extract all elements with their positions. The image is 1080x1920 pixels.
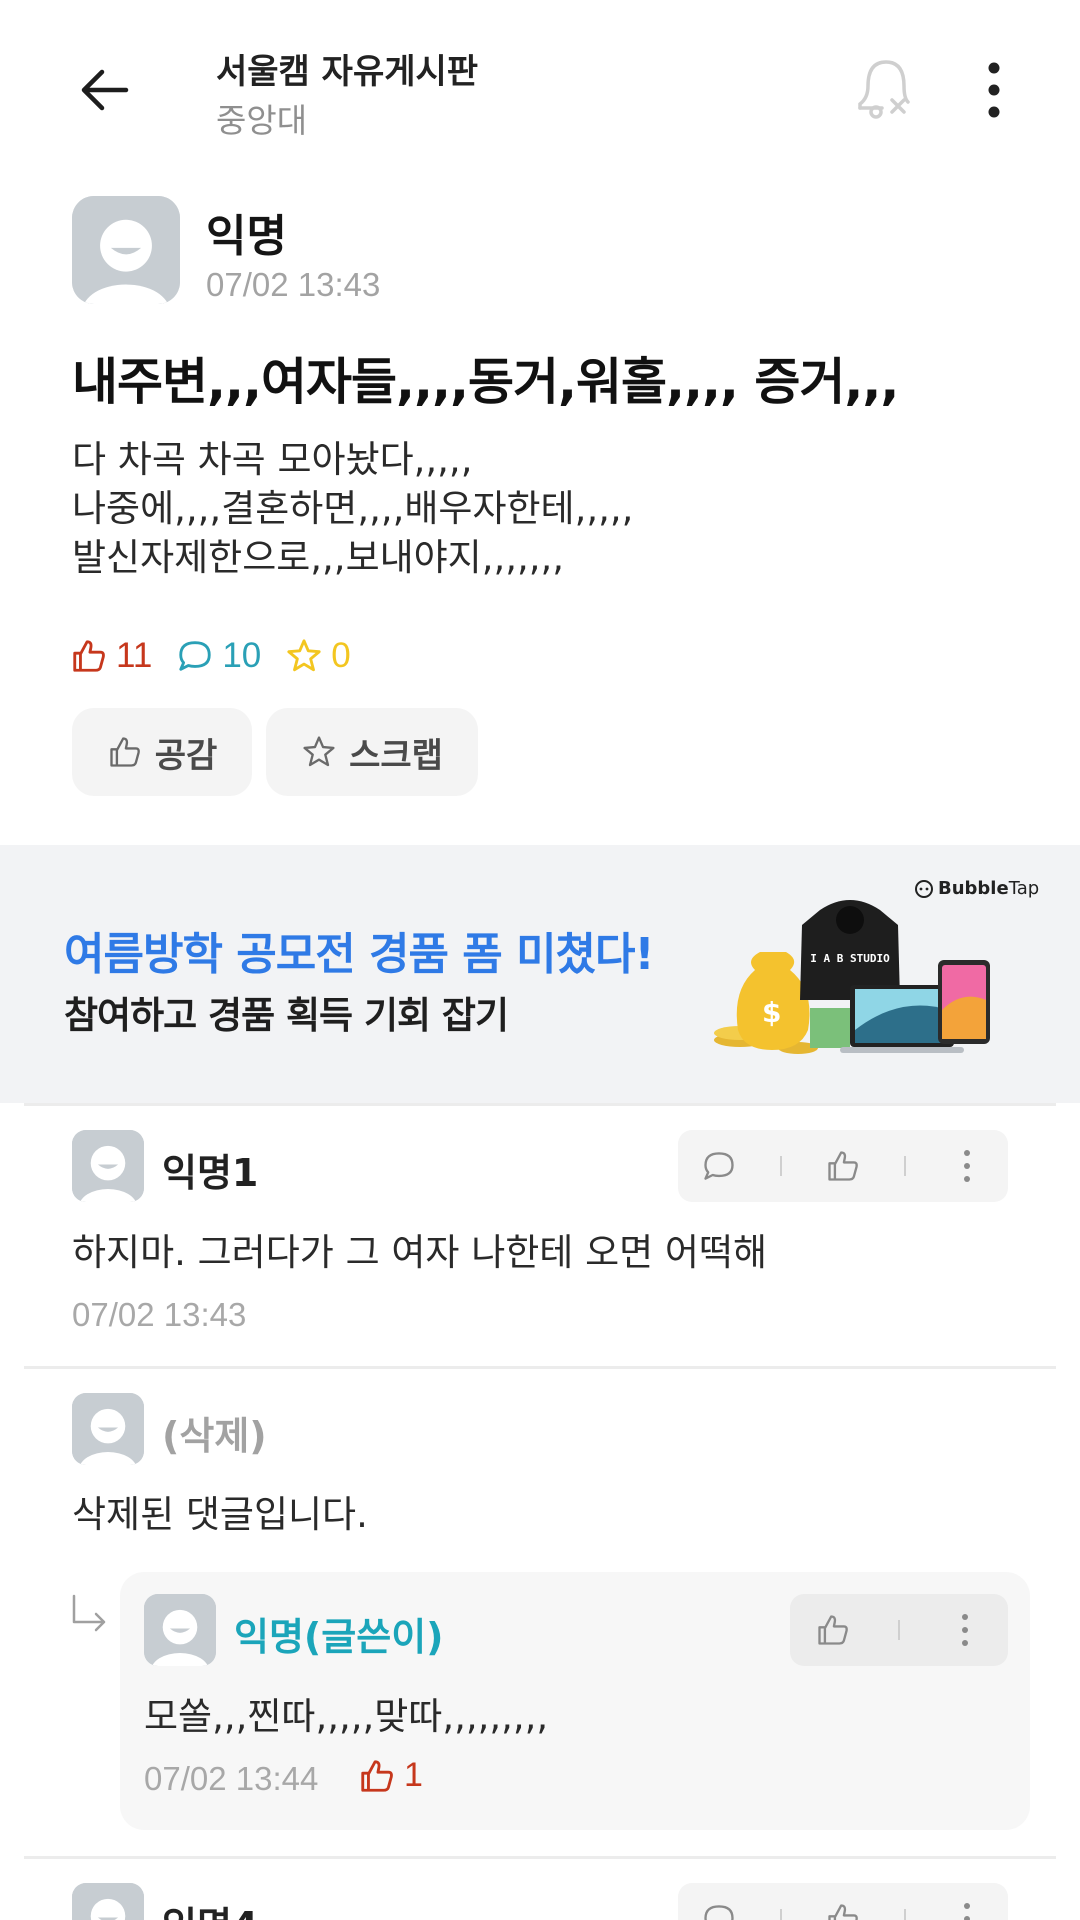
separator [904,1156,907,1176]
reply-like-button[interactable] [813,1610,853,1650]
reply-time: 07/02 13:44 [144,1760,319,1797]
board-title: 서울캠 자유게시판 [216,52,479,92]
more-vertical-icon [964,1150,971,1182]
comment-author: 익명4 [162,1895,258,1920]
notification-off-button[interactable] [846,50,926,130]
scrap-count: 0 [285,636,351,676]
reply-more-button[interactable] [945,1610,985,1650]
comment-avatar [72,1130,144,1202]
svg-text:$: $ [762,996,781,1029]
comment-actions [678,1130,1008,1202]
comment-avatar [72,1883,144,1920]
more-vertical-icon [964,1903,971,1920]
comment-time: 07/02 13:43 [72,1296,247,1333]
default-avatar-icon [72,196,180,304]
reply-author: 익명(글쓴이) [234,1615,444,1659]
separator [779,1156,782,1176]
separator [897,1620,900,1640]
post-body-line: 다 차곡 차곡 모아놨다,,,,, [72,438,473,481]
thumbs-up-icon [828,1904,858,1920]
comment-avatar [144,1594,216,1666]
back-arrow-icon [81,69,129,111]
divider [24,1103,1056,1106]
star-icon [303,736,335,767]
more-options-button[interactable] [966,52,1022,128]
like-count-value: 11 [116,636,153,675]
separator [779,1909,782,1920]
post-stats: 11 10 0 [70,636,375,676]
reply-button[interactable] [699,1899,739,1920]
scrap-button-label: 스크랩 [349,735,443,776]
default-avatar-icon [72,1393,144,1465]
comment-bubble-icon [703,1152,734,1180]
thumbs-up-icon [110,737,140,767]
svg-text:I A B STUDIO: I A B STUDIO [810,952,890,965]
reply-button[interactable] [699,1146,739,1186]
comment-more-button[interactable] [947,1899,987,1920]
comment-bubble-icon [179,641,212,671]
comment-author: (삭제) [162,1414,267,1458]
comment-bubble-icon [703,1905,734,1920]
divider [24,1856,1056,1859]
star-icon [287,639,321,672]
default-avatar-icon [72,1883,144,1920]
banner-headline: 여름방학 공모전 경품 폼 미쳤다! [64,929,655,980]
like-count: 11 [70,636,152,676]
default-avatar-icon [72,1130,144,1202]
like-button[interactable]: 공감 [72,708,252,796]
post-time: 07/02 13:43 [206,266,381,303]
scrap-count-value: 0 [331,636,351,675]
reply-text: 모쏠,,,찐따,,,,,맞따,,,,,,,,, [144,1695,549,1738]
board-subtitle: 중앙대 [216,101,308,140]
thumbs-up-icon [361,1759,393,1792]
separator [904,1909,907,1920]
comment-count-value: 10 [222,636,262,675]
author-avatar [72,196,180,304]
banner-prize-illustration: $ I A B STUDIO [700,890,1000,1070]
banner-subline: 참여하고 경품 획득 기회 잡기 [64,994,509,1037]
divider [24,1366,1056,1369]
post-author: 익명 [206,211,287,262]
bell-off-icon [858,60,910,119]
back-button[interactable] [62,48,146,132]
thumbs-up-icon [817,1615,848,1645]
post-body-line: 발신자제한으로,,,보내야지,,,,,,, [72,536,565,579]
comment-count: 10 [176,636,261,676]
reply-like-count: 1 [358,1756,423,1795]
comment-text: 하지마. 그러다가 그 여자 나한테 오면 어떡해 [72,1231,768,1274]
comment-more-button[interactable] [947,1146,987,1186]
scrap-button[interactable]: 스크랩 [266,708,478,796]
comment-actions [678,1883,1008,1920]
thumbs-up-icon [73,640,105,672]
comment-avatar [72,1393,144,1465]
comment-like-button[interactable] [823,1899,863,1920]
comment-author: 익명1 [162,1151,259,1195]
post-body-line: 나중에,,,,결혼하면,,,,배우자한테,,,,, [72,487,634,530]
reply-arrow-icon [70,1592,110,1636]
reply-like-count-value: 1 [404,1756,423,1794]
more-vertical-icon [962,1614,969,1646]
reply-actions [790,1594,1008,1666]
thumbs-up-icon [828,1151,858,1181]
comment-like-button[interactable] [823,1146,863,1186]
comment-text: 삭제된 댓글입니다. [72,1493,368,1536]
post-body: 다 차곡 차곡 모아놨다,,,,, 나중에,,,,결혼하면,,,,배우자한테,,… [72,435,633,582]
like-button-label: 공감 [154,735,218,776]
default-avatar-icon [144,1594,216,1666]
post-title: 내주변,,,여자들,,,,동거,워홀,,,, 증거,,, [72,353,899,411]
more-vertical-icon [988,62,1000,118]
